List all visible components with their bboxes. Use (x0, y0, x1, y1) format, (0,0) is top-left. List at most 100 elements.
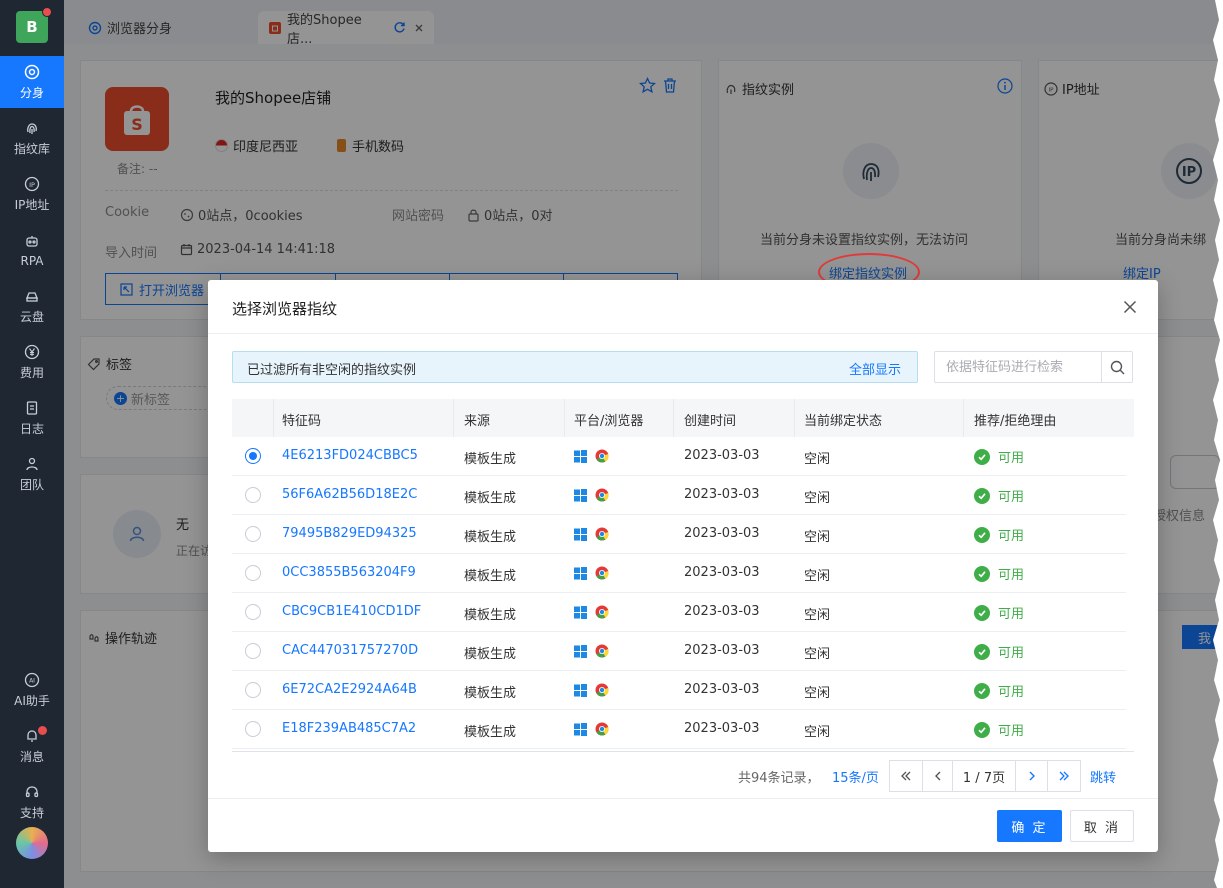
row-radio[interactable] (245, 604, 261, 620)
header-divider (794, 399, 795, 437)
ai-icon: AI (23, 671, 41, 689)
row-source: 模板生成 (464, 608, 517, 623)
search-icon (1110, 360, 1124, 374)
confirm-button[interactable]: 确 定 (997, 810, 1062, 842)
row-source: 模板生成 (464, 725, 517, 740)
header-divider (673, 399, 674, 437)
row-state: 空闲 (804, 647, 831, 662)
row-code[interactable]: CBC9CB1E410CD1DF (282, 604, 421, 619)
sidebar: B 分身 指纹库 IP IP地址 RPA 云盘 费用 日志 团队 AI AI助手… (0, 0, 64, 888)
pager-page-size[interactable]: 15条/页 (832, 767, 879, 786)
sidebar-item-label: AI助手 (14, 694, 50, 708)
row-platform (574, 566, 609, 580)
row-code[interactable]: CAC447031757270D (282, 643, 418, 658)
row-platform (574, 449, 609, 463)
torn-edge (1213, 0, 1223, 888)
row-source: 模板生成 (464, 491, 517, 506)
sidebar-item-team[interactable]: 团队 (0, 448, 64, 500)
row-state: 空闲 (804, 491, 831, 506)
chrome-icon (595, 527, 609, 541)
windows-icon (574, 683, 587, 697)
sidebar-item-ip[interactable]: IP IP地址 (0, 168, 64, 220)
row-platform (574, 683, 609, 697)
windows-icon (574, 527, 587, 541)
row-reason: 可用 (974, 603, 1024, 622)
row-radio[interactable] (245, 565, 261, 581)
row-radio[interactable] (245, 487, 261, 503)
pager-jump-link[interactable]: 跳转 (1090, 767, 1116, 786)
check-circle-icon (974, 448, 990, 465)
column-header-source: 来源 (464, 414, 491, 429)
row-created: 2023-03-03 (684, 487, 760, 502)
row-created: 2023-03-03 (684, 526, 760, 541)
ip-icon: IP (23, 175, 41, 193)
table-row[interactable]: CBC9CB1E410CD1DF 模板生成 2023-03-03 空闲 可用 (232, 593, 1126, 632)
row-reason: 可用 (974, 720, 1024, 739)
row-code[interactable]: 79495B829ED94325 (282, 526, 417, 541)
row-code[interactable]: 6E72CA2E2924A64B (282, 682, 417, 697)
row-source: 模板生成 (464, 569, 517, 584)
sidebar-item-label: 团队 (19, 478, 44, 492)
app-logo[interactable]: B (16, 7, 52, 43)
row-code[interactable]: 0CC3855B563204F9 (282, 565, 416, 580)
chrome-icon (595, 683, 609, 697)
check-circle-icon (974, 721, 990, 738)
sidebar-item-browser[interactable]: 分身 (0, 56, 64, 108)
headset-icon (23, 783, 41, 801)
windows-icon (574, 644, 587, 658)
table-row[interactable]: 79495B829ED94325 模板生成 2023-03-03 空闲 可用 (232, 515, 1126, 554)
browser-icon (23, 63, 41, 81)
sidebar-item-log[interactable]: 日志 (0, 392, 64, 444)
windows-icon (574, 566, 587, 580)
row-reason-text: 可用 (998, 568, 1025, 583)
sidebar-item-ai[interactable]: AI AI助手 (0, 664, 64, 716)
chevron-right-icon (1029, 771, 1035, 781)
pager-current[interactable]: 1 / 7页 (952, 760, 1016, 792)
pager-prev-button[interactable] (922, 760, 953, 792)
messages-badge (38, 726, 47, 735)
table-row[interactable]: E18F239AB485C7A2 模板生成 2023-03-03 空闲 可用 (232, 710, 1126, 749)
sidebar-item-billing[interactable]: 费用 (0, 336, 64, 388)
cancel-button[interactable]: 取 消 (1070, 810, 1134, 842)
row-state: 空闲 (804, 608, 831, 623)
table-row[interactable]: 0CC3855B563204F9 模板生成 2023-03-03 空闲 可用 (232, 554, 1126, 593)
sidebar-item-support[interactable]: 支持 (0, 776, 64, 828)
sidebar-item-label: 云盘 (19, 310, 44, 324)
row-radio[interactable] (245, 682, 261, 698)
pager-next-button[interactable] (1015, 760, 1048, 792)
row-radio[interactable] (245, 643, 261, 659)
row-code[interactable]: E18F239AB485C7A2 (282, 721, 416, 736)
windows-icon (574, 605, 587, 619)
sidebar-item-label: RPA (20, 253, 44, 268)
table-row[interactable]: 6E72CA2E2924A64B 模板生成 2023-03-03 空闲 可用 (232, 671, 1126, 710)
row-radio[interactable] (245, 526, 261, 542)
search-button[interactable] (1101, 352, 1132, 382)
row-state: 空闲 (804, 686, 831, 701)
row-radio[interactable] (245, 721, 261, 737)
row-reason-text: 可用 (998, 724, 1025, 739)
dialog-footer-divider (208, 798, 1158, 799)
sidebar-item-label: 费用 (19, 366, 44, 380)
row-radio[interactable] (245, 448, 261, 464)
chrome-icon (595, 605, 609, 619)
sidebar-item-messages[interactable]: 消息 (0, 720, 64, 772)
table-row[interactable]: CAC447031757270D 模板生成 2023-03-03 空闲 可用 (232, 632, 1126, 671)
sidebar-item-rpa[interactable]: RPA (0, 224, 64, 276)
windows-icon (574, 605, 587, 619)
row-code[interactable]: 4E6213FD024CBBC5 (282, 448, 418, 463)
search-input[interactable] (935, 352, 1102, 382)
row-created: 2023-03-03 (684, 721, 760, 736)
user-avatar[interactable] (16, 827, 48, 859)
double-chevron-right-icon (1059, 771, 1069, 781)
sidebar-item-fingerprint[interactable]: 指纹库 (0, 112, 64, 164)
row-created: 2023-03-03 (684, 643, 760, 658)
row-code[interactable]: 56F6A62B56D18E2C (282, 487, 417, 502)
table-row[interactable]: 56F6A62B56D18E2C 模板生成 2023-03-03 空闲 可用 (232, 476, 1126, 515)
pager-last-button[interactable] (1047, 760, 1081, 792)
show-all-link[interactable]: 全部显示 (849, 359, 901, 378)
table-row[interactable]: 4E6213FD024CBBC5 模板生成 2023-03-03 空闲 可用 (232, 437, 1126, 476)
dialog-close-button[interactable] (1120, 297, 1140, 317)
pager-first-button[interactable] (889, 760, 923, 792)
sidebar-item-cloud-drive[interactable]: 云盘 (0, 280, 64, 332)
row-state: 空闲 (804, 530, 831, 545)
